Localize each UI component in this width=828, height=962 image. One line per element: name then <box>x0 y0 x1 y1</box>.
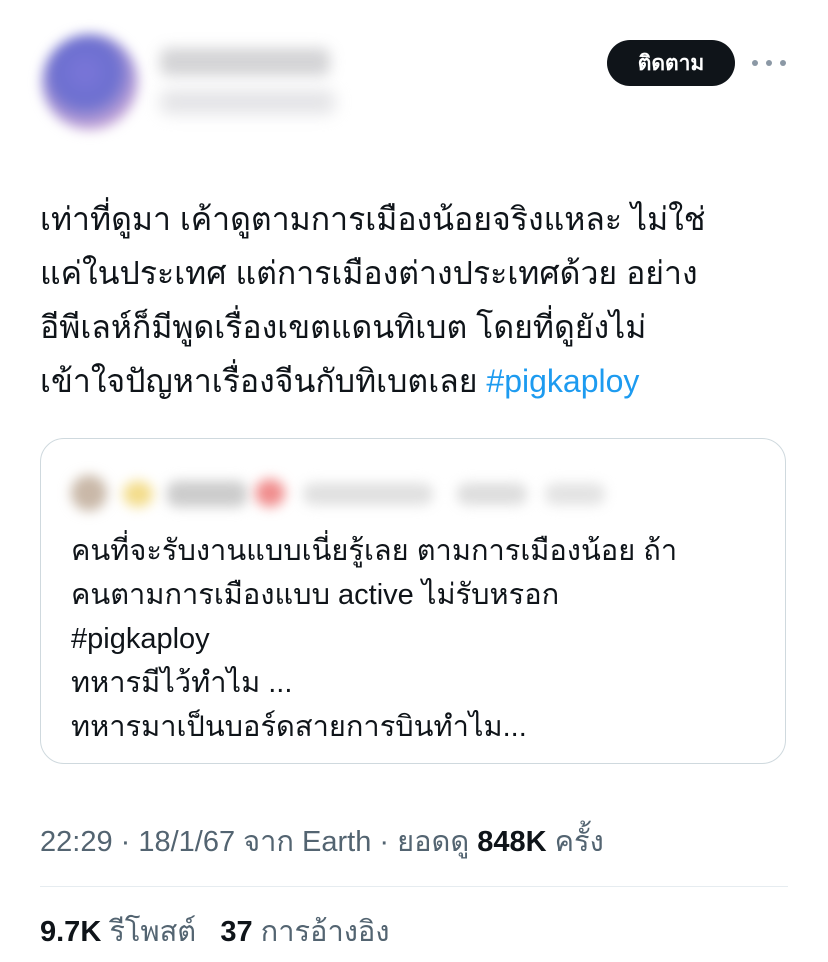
more-dot <box>780 60 786 66</box>
redacted-badge <box>255 479 285 507</box>
tweet-line-text: เข้าใจปัญหาเรื่องจีนกับทิเบตเลย <box>40 363 487 399</box>
reposts-count: 9.7K <box>40 916 102 948</box>
redacted-name <box>167 481 247 507</box>
author-name-redacted[interactable] <box>160 48 330 76</box>
tweet-line: แค่ในประเทศ แต่การเมืองต่างประเทศด้วย อย… <box>40 255 698 291</box>
redacted-time <box>457 483 527 505</box>
author-handle-redacted[interactable] <box>160 90 335 114</box>
tweet-text: เท่าที่ดูมา เค้าดูตามการเมืองน้อยจริงแหล… <box>40 192 800 408</box>
more-options-icon[interactable] <box>752 48 786 78</box>
author-avatar[interactable] <box>42 34 138 130</box>
quoted-tweet-header-redacted <box>71 467 611 517</box>
tweet-meta: 22:29 · 18/1/67 จาก Earth · ยอดดู 848K ค… <box>40 818 604 864</box>
tweet-line-last: เข้าใจปัญหาเรื่องจีนกับทิเบตเลย #pigkapl… <box>40 354 800 408</box>
time-date-source[interactable]: 22:29 · 18/1/67 จาก Earth · ยอดดู <box>40 826 477 858</box>
quotes-count: 37 <box>220 916 253 948</box>
quote-line: ทหารมาเป็นบอร์ดสายการบินทำไม... <box>71 711 527 743</box>
tweet-line: อีพีเลห์ก็มีพูดเรื่องเขตแดนทิเบต โดยที่ด… <box>40 309 647 345</box>
reposts-stat[interactable]: 9.7K รีโพสต์ <box>40 916 196 948</box>
quotes-label: การอ้างอิง <box>260 916 390 948</box>
follow-button[interactable]: ติดตาม <box>607 40 735 86</box>
quote-line: #pigkaploy <box>71 623 210 655</box>
quoted-tweet-card[interactable]: คนที่จะรับงานแบบเนี่ยรู้เลย ตามการเมืองน… <box>40 438 786 764</box>
quote-line: คนที่จะรับงานแบบเนี่ยรู้เลย ตามการเมืองน… <box>71 535 678 567</box>
divider <box>40 886 788 887</box>
quote-line: ทหารมีไว้ทำไม ... <box>71 667 293 699</box>
tweet-line: เท่าที่ดูมา เค้าดูตามการเมืองน้อยจริงแหล… <box>40 201 706 237</box>
redacted-badge <box>123 481 153 507</box>
tweet-header: ติดตาม <box>0 0 828 150</box>
redacted-date <box>545 483 605 505</box>
redacted-handle <box>303 483 433 505</box>
views-unit: ครั้ง <box>546 826 604 858</box>
hashtag-link[interactable]: #pigkaploy <box>486 363 639 399</box>
more-dot <box>766 60 772 66</box>
engagement-stats: 9.7K รีโพสต์ 37 การอ้างอิง <box>40 908 390 954</box>
quoted-author-avatar <box>71 475 107 511</box>
quoted-tweet-text: คนที่จะรับงานแบบเนี่ยรู้เลย ตามการเมืองน… <box>71 529 771 749</box>
more-dot <box>752 60 758 66</box>
reposts-label: รีโพสต์ <box>109 916 197 948</box>
quote-line: คนตามการเมืองแบบ active ไม่รับหรอก <box>71 579 560 611</box>
quotes-stat[interactable]: 37 การอ้างอิง <box>220 916 389 948</box>
views-count: 848K <box>477 826 547 858</box>
